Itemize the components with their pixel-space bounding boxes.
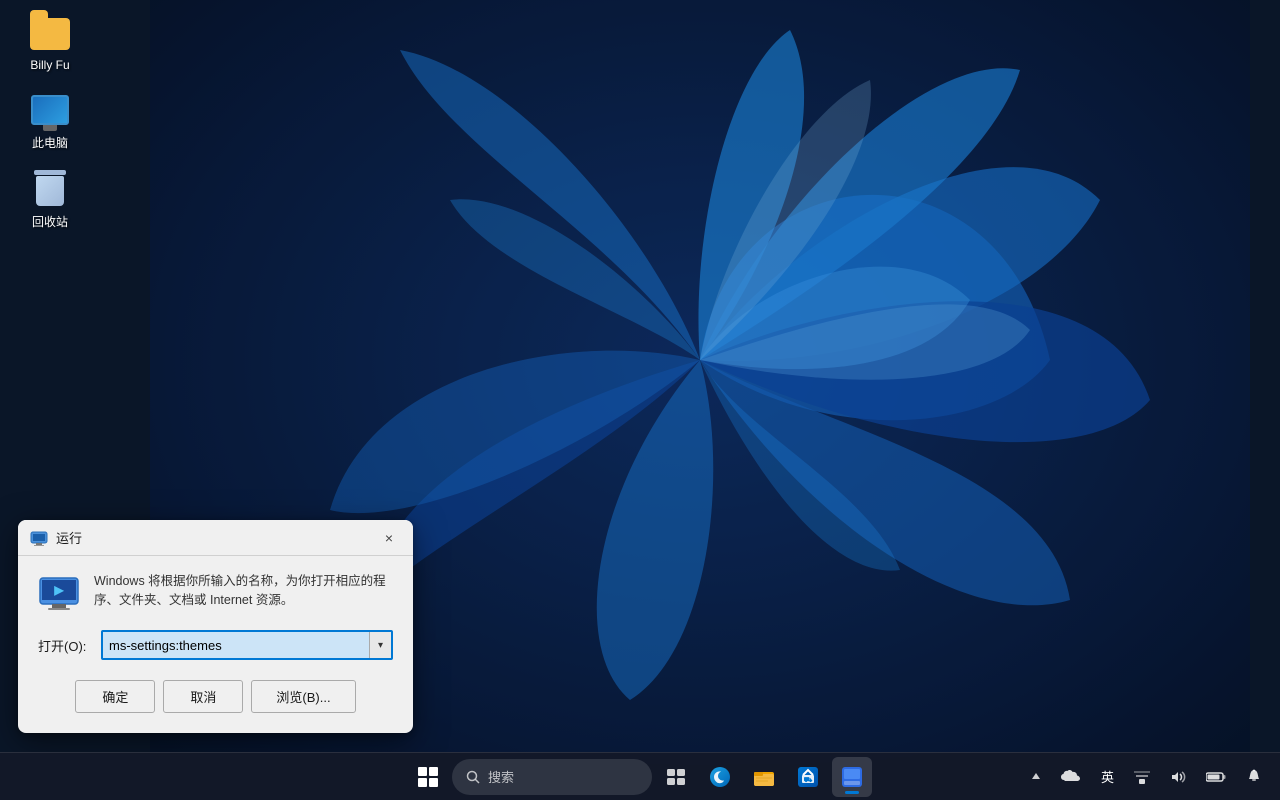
run-icon: ▶ [38,572,80,614]
notification-icon [1246,769,1262,785]
recycle-icon [33,170,67,208]
active-indicator [845,791,859,794]
taskbar: 搜索 [0,752,1280,800]
open-label: 打开(O): [38,636,93,655]
file-explorer-icon [753,766,775,788]
chevron-up-icon [1031,771,1041,783]
store-icon: ⛟ [797,766,819,788]
run-title-icon [30,529,48,547]
taskbar-app-store[interactable]: ⛟ [788,757,828,797]
search-bar[interactable]: 搜索 [452,759,652,795]
active-app-icon [841,766,863,788]
task-view-button[interactable] [656,757,696,797]
taskbar-app-edge[interactable] [700,757,740,797]
taskbar-app-active[interactable] [832,757,872,797]
dialog-close-button[interactable]: × [377,526,401,550]
notification-icon-button[interactable] [1240,765,1268,789]
cancel-button[interactable]: 取消 [163,680,243,713]
run-input[interactable] [103,632,369,658]
svg-text:⛟: ⛟ [804,777,813,784]
dialog-description: Windows 将根据你所输入的名称，为你打开相应的程序、文件夹、文档或 Int… [94,572,393,610]
monitor-icon [31,95,69,125]
edge-icon [709,766,731,788]
onedrive-icon [1061,770,1081,784]
desktop-icon-billy-fu[interactable]: Billy Fu [10,10,90,76]
recycle-bin-label: 回收站 [32,213,68,230]
search-icon [466,770,480,784]
taskbar-center: 搜索 [408,757,872,797]
language-text: 英 [1101,767,1114,786]
start-button[interactable] [408,757,448,797]
desktop-icons: Billy Fu 此电脑 回收站 [10,10,90,234]
task-view-icon [666,768,686,786]
desktop-icon-this-pc[interactable]: 此电脑 [10,86,90,155]
input-wrapper: ▾ [101,630,393,660]
ok-button[interactable]: 确定 [75,680,155,713]
network-icon [1134,770,1150,784]
taskbar-app-file-explorer[interactable] [744,757,784,797]
battery-icon-button[interactable] [1200,767,1232,787]
desktop: Billy Fu 此电脑 回收站 [0,0,1280,800]
dialog-buttons: 确定 取消 浏览(B)... [38,680,393,713]
browse-button[interactable]: 浏览(B)... [251,680,355,713]
show-hidden-icons-button[interactable] [1025,767,1047,787]
desktop-icon-recycle-bin[interactable]: 回收站 [10,165,90,234]
onedrive-icon-button[interactable] [1055,766,1087,788]
taskbar-system-tray: 英 [1025,763,1268,790]
billy-fu-label: Billy Fu [30,58,69,72]
network-icon-button[interactable] [1128,766,1156,788]
dialog-titlebar: 运行 × [18,520,413,556]
dialog-title-text: 运行 [56,528,82,547]
run-dialog: 运行 × ▶ Windows 将根据你所输入的名称，为你打开相应的程序、 [18,520,413,733]
dropdown-button[interactable]: ▾ [369,632,391,658]
language-indicator[interactable]: 英 [1095,763,1120,790]
volume-icon [1170,770,1186,784]
this-pc-label: 此电脑 [32,134,68,151]
search-placeholder: 搜索 [488,767,514,786]
svg-text:▶: ▶ [53,583,64,597]
windows-logo-icon [418,767,438,787]
folder-icon [30,18,70,50]
battery-icon [1206,771,1226,783]
volume-icon-button[interactable] [1164,766,1192,788]
